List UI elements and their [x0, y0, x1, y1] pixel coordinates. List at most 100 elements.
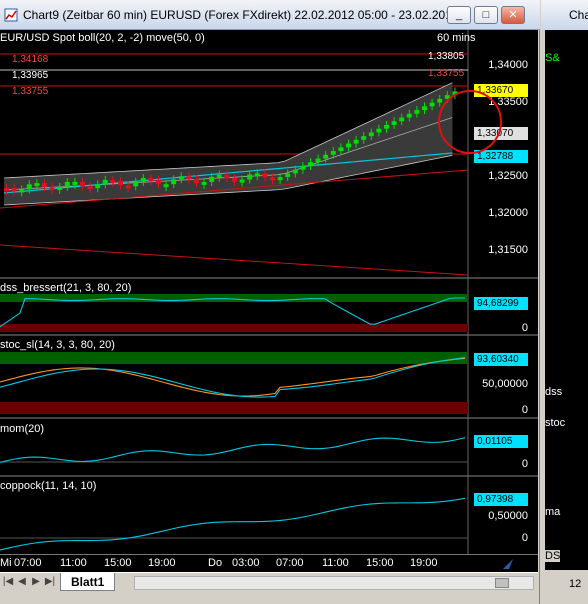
candle-body [163, 184, 169, 188]
candle-body [224, 174, 230, 179]
candle-body [102, 179, 108, 185]
time-tick: 15:00 [104, 557, 132, 569]
window-title: Chart9 (Zeitbar 60 min) EURUSD (Forex FX… [23, 7, 472, 22]
title-bar[interactable]: Chart9 (Zeitbar 60 min) EURUSD (Forex FX… [0, 0, 540, 30]
chart-app-icon [4, 8, 18, 21]
candle-body [156, 179, 161, 185]
second-label: S& [545, 52, 560, 64]
chart-area[interactable]: EUR/USD Spot boll(20, 2, -2) move(50, 0)… [0, 30, 538, 576]
candle-body [399, 117, 405, 122]
candle-body [414, 110, 420, 114]
candle-body [346, 143, 351, 148]
sheet-tab-blatt1[interactable]: Blatt1 [60, 573, 116, 591]
dss-low-zone [0, 324, 468, 332]
time-tick: 07:00 [14, 557, 42, 569]
candle-body [376, 128, 382, 133]
candle-body [201, 181, 207, 185]
time-tick: Mi [0, 557, 12, 569]
high-tag: 1,33805 [428, 51, 465, 62]
last-sheet-icon[interactable]: ▶| [44, 575, 56, 589]
level-label-3: 1,33755 [12, 86, 49, 97]
time-tick: 03:00 [232, 557, 260, 569]
candle-body [209, 176, 215, 182]
price-pane-label: EUR/USD Spot boll(20, 2, -2) move(50, 0) [0, 32, 205, 44]
candle-body [42, 183, 47, 188]
second-label: dss [545, 386, 563, 398]
sheet-bar: |◀ ◀ ▶ ▶| Blatt1 [0, 572, 538, 592]
candle-body [422, 106, 427, 111]
candle-body [26, 184, 32, 190]
candle-body [133, 181, 139, 187]
mom-value-tag: 0,01105 [474, 435, 528, 448]
candle-body [19, 189, 25, 193]
mom-axis-zero: 0 [521, 458, 528, 470]
interval-label: 60 mins [437, 32, 476, 44]
candle-body [429, 102, 435, 107]
candle-body [277, 177, 283, 181]
level-label-2: 1,33965 [12, 70, 49, 81]
candle-body [368, 132, 374, 137]
candle-body [315, 158, 321, 163]
candle-body [270, 177, 275, 181]
close-button[interactable]: ✕ [501, 6, 525, 24]
candle-body [49, 187, 55, 191]
time-tick: 15:00 [366, 557, 394, 569]
candle-body [171, 179, 177, 185]
stoc-low-zone [0, 402, 468, 414]
horizontal-scrollbar[interactable] [134, 576, 534, 590]
prev-sheet-icon[interactable]: ◀ [16, 575, 28, 589]
second-chart-area: S& dss stoc ma DS [545, 30, 588, 570]
scroll-thumb[interactable] [495, 578, 509, 588]
candle-body [330, 151, 336, 155]
candle-body [384, 124, 389, 129]
candle-body [11, 188, 17, 192]
second-label: stoc [545, 417, 566, 429]
second-label: DS [545, 550, 561, 562]
minimize-button[interactable]: _ [447, 6, 471, 24]
coppock-axis-mid: 0,50000 [488, 510, 528, 522]
second-label: 12 [569, 578, 582, 590]
second-chart-window[interactable]: Cha □ S& dss stoc ma DS 12 [541, 0, 588, 604]
time-tick: 11:00 [322, 557, 349, 569]
candle-body [239, 179, 245, 183]
candle-body [338, 147, 344, 152]
candle-body [308, 162, 313, 166]
candle-body [57, 186, 63, 190]
second-window-title: Cha [541, 0, 588, 30]
maximize-button[interactable]: □ [474, 6, 498, 24]
candle-body [110, 179, 116, 183]
mom-pane-label: mom(20) [0, 423, 45, 435]
candle-body [64, 181, 70, 187]
ma-tag: 1,32788 [474, 150, 528, 163]
red-level-tag: 1,33755 [428, 68, 465, 79]
candle-body [437, 98, 443, 103]
time-tick: 19:00 [148, 557, 176, 569]
stoc-pane-label: stoc_sl(14, 3, 3, 80, 20) [0, 339, 115, 351]
coppock-line [0, 497, 466, 551]
candle-body [34, 183, 40, 187]
first-sheet-icon[interactable]: |◀ [2, 575, 14, 589]
coppock-value-tag: 0,97398 [474, 493, 528, 506]
stoc-axis-zero: 0 [521, 404, 528, 416]
candle-body [72, 181, 78, 185]
candle-body [148, 177, 154, 181]
candle-body [140, 177, 146, 182]
trend-line [0, 244, 469, 276]
candle-body [361, 136, 367, 140]
time-tick: 19:00 [410, 557, 438, 569]
coppock-axis-zero: 0 [521, 532, 528, 544]
candle-body [406, 113, 412, 118]
time-tick: Do [208, 557, 223, 569]
candle-body [118, 180, 123, 186]
price-axis-tick: 1,32000 [488, 207, 528, 219]
scroll-cursor-icon[interactable] [500, 556, 516, 572]
price-axis-tick: 1,31500 [488, 244, 528, 256]
candle-body [95, 184, 101, 189]
next-sheet-icon[interactable]: ▶ [30, 575, 42, 589]
time-tick: 11:00 [60, 557, 87, 569]
candle-body [247, 174, 253, 180]
candle-body [178, 176, 184, 180]
dss-axis-zero: 0 [521, 322, 528, 334]
candle-body [262, 173, 268, 178]
candle-body [87, 186, 93, 190]
